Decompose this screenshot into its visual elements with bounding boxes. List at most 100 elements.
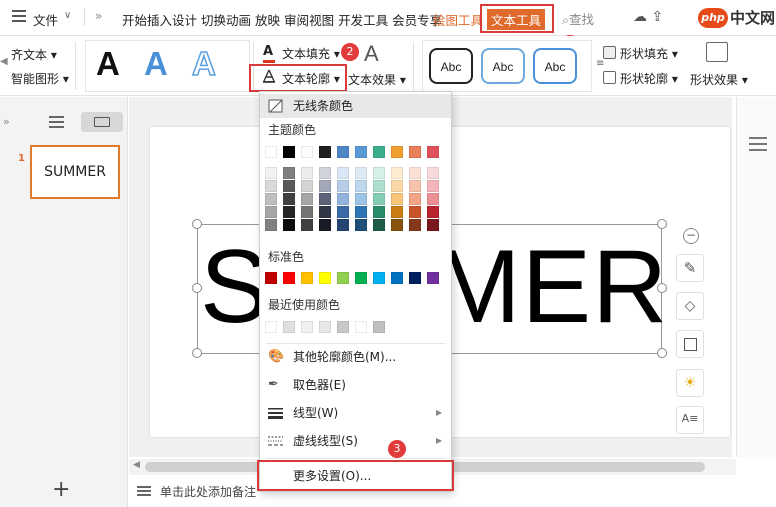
standard-color-swatch[interactable] xyxy=(373,272,385,284)
tab-review[interactable]: 审阅 xyxy=(284,13,309,28)
theme-color-shade-swatch[interactable] xyxy=(265,219,277,231)
shape-style-blue[interactable]: Abc xyxy=(481,48,525,84)
theme-color-swatch[interactable] xyxy=(337,146,349,158)
tab-drawing-tools[interactable]: 绘图工具 xyxy=(433,10,483,29)
theme-color-shade-swatch[interactable] xyxy=(337,193,349,205)
recent-color-swatch[interactable] xyxy=(373,321,385,333)
theme-color-shade-swatch[interactable] xyxy=(301,193,313,205)
resize-handle[interactable] xyxy=(657,283,667,293)
theme-color-shade-swatch[interactable] xyxy=(391,167,403,179)
resize-handle[interactable] xyxy=(192,348,202,358)
line-type-option[interactable]: 线型(W) ▶ xyxy=(260,401,451,425)
cloud-icon[interactable]: ☁ xyxy=(633,9,647,25)
theme-color-shade-swatch[interactable] xyxy=(391,180,403,192)
shape-style-blue-thick[interactable]: Abc xyxy=(533,48,577,84)
add-slide-icon[interactable]: + xyxy=(52,477,70,502)
standard-color-swatch[interactable] xyxy=(319,272,331,284)
theme-color-shade-swatch[interactable] xyxy=(337,206,349,218)
tab-slideshow[interactable]: 放映 xyxy=(255,13,280,28)
theme-color-shade-swatch[interactable] xyxy=(319,193,331,205)
text-effect-button[interactable]: 文本效果 ▾ xyxy=(348,71,406,88)
theme-color-shade-swatch[interactable] xyxy=(355,193,367,205)
theme-color-shade-swatch[interactable] xyxy=(337,167,349,179)
shape-fill-button[interactable]: 形状填充 ▾ xyxy=(620,45,678,62)
dash-type-option[interactable]: 虚线线型(S) ▶ xyxy=(260,429,451,453)
recent-color-swatch[interactable] xyxy=(319,321,331,333)
theme-color-shade-swatch[interactable] xyxy=(283,206,295,218)
theme-color-shade-swatch[interactable] xyxy=(391,206,403,218)
notes-icon[interactable] xyxy=(137,486,151,496)
theme-color-swatch[interactable] xyxy=(391,146,403,158)
recent-color-swatch[interactable] xyxy=(337,321,349,333)
standard-color-swatch[interactable] xyxy=(391,272,403,284)
theme-color-shade-swatch[interactable] xyxy=(355,167,367,179)
theme-color-shade-swatch[interactable] xyxy=(409,180,421,192)
collapse-panel-icon[interactable]: » xyxy=(3,115,10,128)
style-outline-blue[interactable]: A xyxy=(191,44,216,83)
theme-color-shade-swatch[interactable] xyxy=(355,180,367,192)
outline-view-icon[interactable] xyxy=(49,116,64,128)
theme-color-shade-swatch[interactable] xyxy=(265,167,277,179)
smart-shape-button[interactable]: 智能图形 ▾ xyxy=(11,70,69,87)
shape-effect-icon[interactable] xyxy=(706,42,728,62)
tab-transition[interactable]: 切换 xyxy=(201,13,226,28)
gallery-more-icon[interactable]: ≡ xyxy=(596,58,604,69)
theme-color-shade-swatch[interactable] xyxy=(265,180,277,192)
theme-color-shade-swatch[interactable] xyxy=(319,167,331,179)
theme-color-shade-swatch[interactable] xyxy=(427,193,439,205)
theme-color-shade-swatch[interactable] xyxy=(283,167,295,179)
search-box[interactable]: ⌕查找 xyxy=(562,9,594,28)
theme-color-shade-swatch[interactable] xyxy=(427,167,439,179)
fill-bucket-icon[interactable]: ◇ xyxy=(676,292,704,320)
theme-color-shade-swatch[interactable] xyxy=(373,206,385,218)
theme-color-swatch[interactable] xyxy=(373,146,385,158)
tab-view[interactable]: 视图 xyxy=(309,13,334,28)
tab-animation[interactable]: 动画 xyxy=(226,13,251,28)
ribbon-scroll-left[interactable]: ◀ xyxy=(0,56,8,67)
shape-effect-button[interactable]: 形状效果 ▾ xyxy=(690,71,748,88)
standard-color-swatch[interactable] xyxy=(355,272,367,284)
theme-color-shade-swatch[interactable] xyxy=(301,206,313,218)
theme-color-shade-swatch[interactable] xyxy=(427,219,439,231)
theme-color-shade-swatch[interactable] xyxy=(283,219,295,231)
theme-color-shade-swatch[interactable] xyxy=(391,219,403,231)
lightbulb-icon[interactable]: ☀ xyxy=(676,369,704,397)
standard-color-swatch[interactable] xyxy=(427,272,439,284)
resize-handle[interactable] xyxy=(192,283,202,293)
more-outline-colors-option[interactable]: 🎨 其他轮廓颜色(M)... xyxy=(260,345,451,369)
theme-color-shade-swatch[interactable] xyxy=(373,167,385,179)
tab-insert[interactable]: 插入 xyxy=(147,13,172,28)
theme-color-shade-swatch[interactable] xyxy=(283,180,295,192)
theme-color-shade-swatch[interactable] xyxy=(265,193,277,205)
resize-handle[interactable] xyxy=(192,219,202,229)
theme-color-shade-swatch[interactable] xyxy=(319,206,331,218)
text-effect-icon[interactable]: A xyxy=(364,41,379,67)
eyedropper-option[interactable]: ✒ 取色器(E) xyxy=(260,373,451,397)
shape-style-black[interactable]: Abc xyxy=(429,48,473,84)
theme-color-shade-swatch[interactable] xyxy=(409,193,421,205)
more-tabs-icon[interactable]: » xyxy=(95,9,102,23)
theme-color-swatch[interactable] xyxy=(265,146,277,158)
menu-icon[interactable] xyxy=(12,10,26,22)
resize-handle[interactable] xyxy=(657,348,667,358)
theme-color-shade-swatch[interactable] xyxy=(355,219,367,231)
theme-color-shade-swatch[interactable] xyxy=(409,167,421,179)
collapse-icon[interactable]: − xyxy=(683,228,699,244)
theme-color-shade-swatch[interactable] xyxy=(319,219,331,231)
theme-color-swatch[interactable] xyxy=(427,146,439,158)
slide-thumbnail[interactable]: SUMMER xyxy=(30,145,120,199)
theme-color-shade-swatch[interactable] xyxy=(265,206,277,218)
theme-color-swatch[interactable] xyxy=(301,146,313,158)
tab-developer[interactable]: 开发工具 xyxy=(338,13,388,28)
shape-outline-icon[interactable] xyxy=(603,71,616,84)
resize-handle[interactable] xyxy=(657,219,667,229)
theme-color-shade-swatch[interactable] xyxy=(355,206,367,218)
recent-color-swatch[interactable] xyxy=(301,321,313,333)
theme-color-shade-swatch[interactable] xyxy=(391,193,403,205)
standard-color-swatch[interactable] xyxy=(283,272,295,284)
slide-view-button[interactable] xyxy=(81,112,123,132)
theme-color-shade-swatch[interactable] xyxy=(337,219,349,231)
theme-color-shade-swatch[interactable] xyxy=(409,219,421,231)
recent-color-swatch[interactable] xyxy=(355,321,367,333)
edit-icon[interactable]: ✎ xyxy=(676,254,704,282)
